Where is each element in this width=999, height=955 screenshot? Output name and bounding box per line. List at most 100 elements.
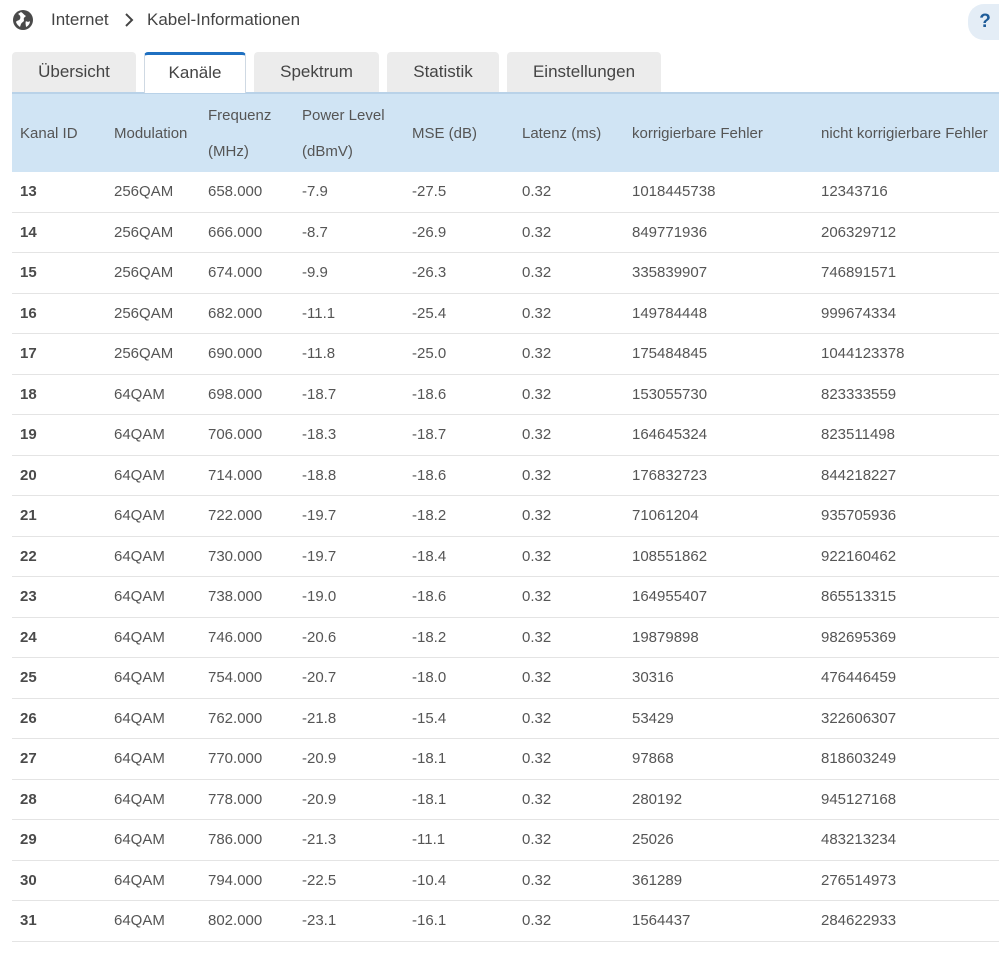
cell-kanal-id: 19 xyxy=(20,426,37,443)
cell-modulation: 64QAM xyxy=(114,628,165,646)
table-header: Kanal ID Modulation Frequenz (MHz) Power … xyxy=(12,92,999,172)
cell-korrigierbare-fehler: 1018445738 xyxy=(632,183,716,200)
cell-modulation: 64QAM xyxy=(114,750,165,767)
cell-kanal-id: 30 xyxy=(20,871,37,889)
cell-latenz: 0.32 xyxy=(522,628,552,646)
cell-latenz: 0.32 xyxy=(522,871,552,889)
cell-mse: -25.4 xyxy=(412,304,447,322)
globe-icon xyxy=(13,10,33,30)
table-row: 17 256QAM 690.000 -11.8 -25.0 0.32 175484845 10… xyxy=(12,334,999,375)
cell-power-level: -8.7 xyxy=(302,223,328,241)
cell-power-level: -11.8 xyxy=(302,345,336,362)
cell-korrigierbare-fehler: 335839907 xyxy=(632,264,708,281)
table-row: 19 64QAM 706.000 -18.3 -18.7 0.32 164645324 823… xyxy=(12,415,999,456)
cell-mse: -18.2 xyxy=(412,507,447,524)
cell-latenz: 0.32 xyxy=(522,385,552,403)
cell-latenz: 0.32 xyxy=(522,223,552,241)
cell-frequenz: 706.000 xyxy=(208,426,263,443)
cell-latenz: 0.32 xyxy=(522,304,552,322)
cell-modulation: 256QAM xyxy=(114,345,174,362)
cell-power-level: -20.9 xyxy=(302,790,337,808)
cell-kanal-id: 28 xyxy=(20,790,37,808)
table-row: 20 64QAM 714.000 -18.8 -18.6 0.32 176832723 844… xyxy=(12,456,999,496)
cell-nicht-korrigierbare-fehler: 823511498 xyxy=(821,426,895,443)
cell-frequenz: 746.000 xyxy=(208,628,263,646)
cell-latenz: 0.32 xyxy=(522,790,552,808)
cell-kanal-id: 29 xyxy=(20,831,37,848)
cell-mse: -18.0 xyxy=(412,669,447,686)
column-header-latenz: Latenz (ms) xyxy=(522,125,602,142)
cell-korrigierbare-fehler: 1564437 xyxy=(632,912,691,929)
cell-kanal-id: 18 xyxy=(20,385,37,403)
cell-mse: -16.1 xyxy=(412,912,447,929)
cell-modulation: 256QAM xyxy=(114,264,174,281)
tab-kanaele[interactable]: Kanäle xyxy=(144,52,246,93)
cell-kanal-id: 26 xyxy=(20,709,37,727)
cell-mse: -26.9 xyxy=(412,223,447,241)
table-row: 31 64QAM 802.000 -23.1 -16.1 0.32 1564437 28462… xyxy=(12,901,999,942)
cell-latenz: 0.32 xyxy=(522,912,552,929)
cell-modulation: 256QAM xyxy=(114,304,174,322)
cell-latenz: 0.32 xyxy=(522,588,552,605)
chevron-right-icon xyxy=(125,13,134,27)
cell-nicht-korrigierbare-fehler: 935705936 xyxy=(821,507,897,524)
cell-power-level: -18.3 xyxy=(302,426,337,443)
cell-modulation: 64QAM xyxy=(114,385,165,403)
cell-latenz: 0.32 xyxy=(522,466,552,484)
cell-nicht-korrigierbare-fehler: 818603249 xyxy=(821,750,897,767)
top-bar: Internet Kabel-Informationen ? xyxy=(0,0,999,42)
cell-korrigierbare-fehler: 849771936 xyxy=(632,223,708,241)
cell-power-level: -18.8 xyxy=(302,466,337,484)
column-header-nicht-korrigierbare-fehler: nicht korrigierbare Fehler xyxy=(821,125,988,142)
cell-mse: -11.1 xyxy=(412,831,446,848)
cell-kanal-id: 31 xyxy=(20,912,37,929)
tab-statistik[interactable]: Statistik xyxy=(387,52,499,92)
cell-modulation: 64QAM xyxy=(114,709,165,727)
cell-power-level: -19.0 xyxy=(302,588,337,605)
cell-korrigierbare-fehler: 361289 xyxy=(632,871,683,889)
cell-nicht-korrigierbare-fehler: 322606307 xyxy=(821,709,897,727)
cell-power-level: -19.7 xyxy=(302,507,337,524)
cell-modulation: 64QAM xyxy=(114,790,165,808)
cell-mse: -18.6 xyxy=(412,385,447,403)
cell-power-level: -20.7 xyxy=(302,669,337,686)
cell-kanal-id: 24 xyxy=(20,628,37,646)
tab-einstellungen[interactable]: Einstellungen xyxy=(507,52,661,92)
cell-frequenz: 778.000 xyxy=(208,790,263,808)
cell-frequenz: 730.000 xyxy=(208,547,263,565)
cell-mse: -18.6 xyxy=(412,466,447,484)
cell-frequenz: 770.000 xyxy=(208,750,263,767)
table-row: 16 256QAM 682.000 -11.1 -25.4 0.32 149784448 99… xyxy=(12,294,999,334)
cell-nicht-korrigierbare-fehler: 276514973 xyxy=(821,871,897,889)
cell-mse: -18.2 xyxy=(412,628,447,646)
cell-frequenz: 754.000 xyxy=(208,669,263,686)
breadcrumb-internet[interactable]: Internet xyxy=(51,10,109,30)
cell-frequenz: 666.000 xyxy=(208,223,263,241)
cell-power-level: -22.5 xyxy=(302,871,337,889)
tab-uebersicht[interactable]: Übersicht xyxy=(12,52,136,92)
cell-korrigierbare-fehler: 149784448 xyxy=(632,304,708,322)
cell-nicht-korrigierbare-fehler: 999674334 xyxy=(821,304,897,322)
cell-kanal-id: 13 xyxy=(20,183,37,200)
cell-mse: -18.1 xyxy=(412,790,447,808)
cell-nicht-korrigierbare-fehler: 945127168 xyxy=(821,790,897,808)
cell-nicht-korrigierbare-fehler: 982695369 xyxy=(821,628,897,646)
cell-kanal-id: 21 xyxy=(20,507,37,524)
cell-modulation: 64QAM xyxy=(114,426,165,443)
cell-power-level: -20.9 xyxy=(302,750,337,767)
cell-power-level: -9.9 xyxy=(302,264,328,281)
cell-power-level: -20.6 xyxy=(302,628,337,646)
table-row: 15 256QAM 674.000 -9.9 -26.3 0.32 335839907 746… xyxy=(12,253,999,294)
cell-kanal-id: 20 xyxy=(20,466,37,484)
cell-modulation: 64QAM xyxy=(114,466,165,484)
cell-nicht-korrigierbare-fehler: 746891571 xyxy=(821,264,897,281)
cell-latenz: 0.32 xyxy=(522,345,552,362)
cell-modulation: 64QAM xyxy=(114,831,165,848)
cell-frequenz: 722.000 xyxy=(208,507,263,524)
cell-modulation: 64QAM xyxy=(114,912,165,929)
cell-modulation: 64QAM xyxy=(114,871,165,889)
cell-mse: -18.6 xyxy=(412,588,447,605)
tab-spektrum[interactable]: Spektrum xyxy=(254,52,379,92)
cell-frequenz: 690.000 xyxy=(208,345,263,362)
help-button[interactable]: ? xyxy=(968,4,999,40)
